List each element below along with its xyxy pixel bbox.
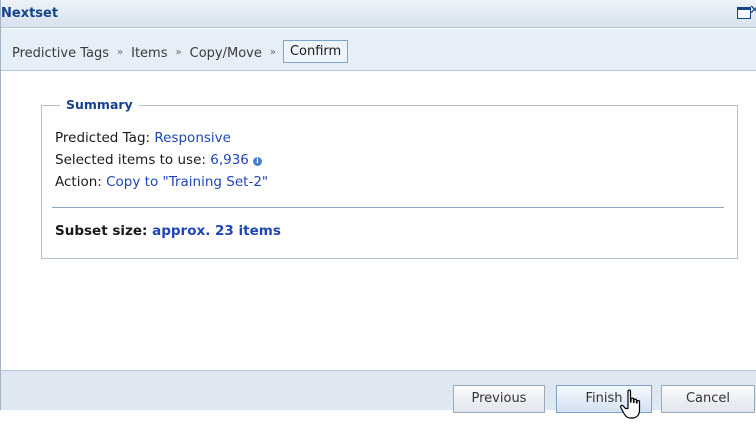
selected-items-value: 6,936 [210, 152, 249, 168]
predicted-tag-row: Predicted Tag: Responsive [55, 130, 231, 146]
subset-size-row: Subset size: approx. 23 items [55, 223, 281, 239]
breadcrumb-item-items[interactable]: Items [130, 46, 168, 61]
action-value: Copy to "Training Set-2" [106, 174, 269, 190]
cancel-button[interactable]: Cancel [661, 385, 755, 413]
breadcrumb-item-confirm[interactable]: Confirm [282, 40, 349, 63]
action-label: Action: [55, 174, 102, 190]
summary-divider [52, 207, 724, 208]
breadcrumb-separator: » [117, 46, 124, 58]
breadcrumb-separator: » [269, 46, 276, 58]
info-icon[interactable]: i [252, 157, 262, 166]
window-titlebar[interactable]: Nextset ✕ [1, 0, 756, 28]
subset-size-label: Subset size: [55, 223, 148, 239]
summary-panel: Summary Predicted Tag: Responsive Select… [41, 97, 738, 259]
breadcrumb-item-copy-move[interactable]: Copy/Move [189, 46, 263, 61]
previous-button[interactable]: Previous [453, 385, 545, 413]
breadcrumb-item-predictive-tags[interactable]: Predictive Tags [11, 46, 110, 61]
summary-legend: Summary [60, 97, 139, 112]
breadcrumb-separator: » [175, 46, 182, 58]
close-icon[interactable]: ✕ [749, 3, 756, 19]
predicted-tag-label: Predicted Tag: [55, 130, 151, 146]
selected-items-label: Selected items to use: [55, 152, 206, 168]
window-title: Nextset [1, 6, 59, 21]
breadcrumb: Predictive Tags » Items » Copy/Move » Co… [1, 29, 756, 71]
selected-items-row: Selected items to use: 6,936 i [55, 152, 262, 168]
predicted-tag-value: Responsive [154, 130, 231, 146]
action-row: Action: Copy to "Training Set-2" [55, 174, 268, 190]
hand-cursor-icon [620, 389, 641, 419]
wizard-window: Nextset ✕ Predictive Tags » Items » Copy… [0, 0, 756, 413]
subset-size-value: approx. 23 items [152, 223, 281, 239]
